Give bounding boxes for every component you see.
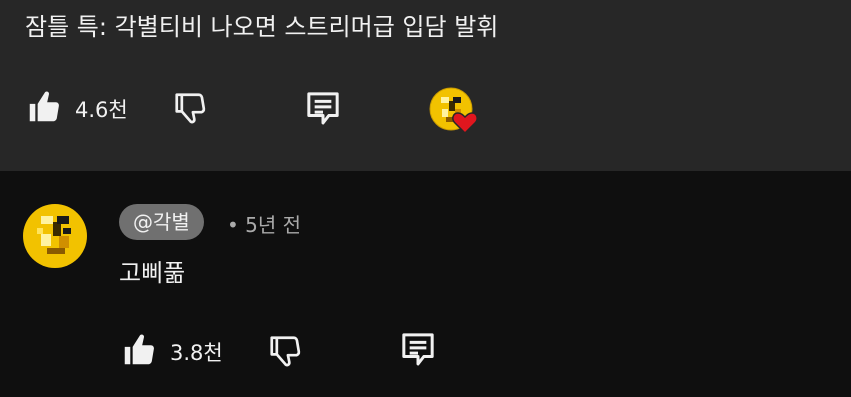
parent-like-group: 4.6천 xyxy=(25,88,128,130)
reply-comment-text: 고삐풂 xyxy=(119,259,186,287)
avatar[interactable] xyxy=(23,204,87,268)
comment-thread: 잠틀 특: 각별티비 나오면 스트리머급 입담 발휘 4.6천 @각별 • 5년… xyxy=(0,0,851,397)
thumbs-up-icon[interactable] xyxy=(25,88,63,130)
author-name-chip[interactable]: @각별 xyxy=(119,204,204,240)
reply-comment-icon[interactable] xyxy=(303,88,343,132)
parent-dislike-group xyxy=(172,90,210,132)
creator-heart-badge xyxy=(429,87,489,143)
reply-like-group: 3.8천 xyxy=(120,331,223,373)
reply-comment-icon[interactable] xyxy=(398,329,438,373)
reply-comment: @각별 • 5년 전 고삐풂 3.8천 xyxy=(0,171,851,397)
thumbs-down-icon[interactable] xyxy=(267,333,305,375)
parent-reply-group xyxy=(303,88,343,132)
reply-timestamp: • 5년 전 xyxy=(227,209,301,238)
parent-comment-text: 잠틀 특: 각별티비 나오면 스트리머급 입담 발휘 xyxy=(25,13,499,41)
reply-time: 5년 전 xyxy=(245,213,302,237)
parent-comment: 잠틀 특: 각별티비 나오면 스트리머급 입담 발휘 4.6천 xyxy=(0,0,851,171)
thumbs-up-icon[interactable] xyxy=(120,331,158,373)
meta-separator: • xyxy=(227,213,239,237)
reply-dislike-group xyxy=(267,333,305,375)
thumbs-down-icon[interactable] xyxy=(172,90,210,132)
reply-reply-group xyxy=(398,329,438,373)
parent-like-count: 4.6천 xyxy=(75,98,128,122)
reply-like-count: 3.8천 xyxy=(170,341,223,365)
